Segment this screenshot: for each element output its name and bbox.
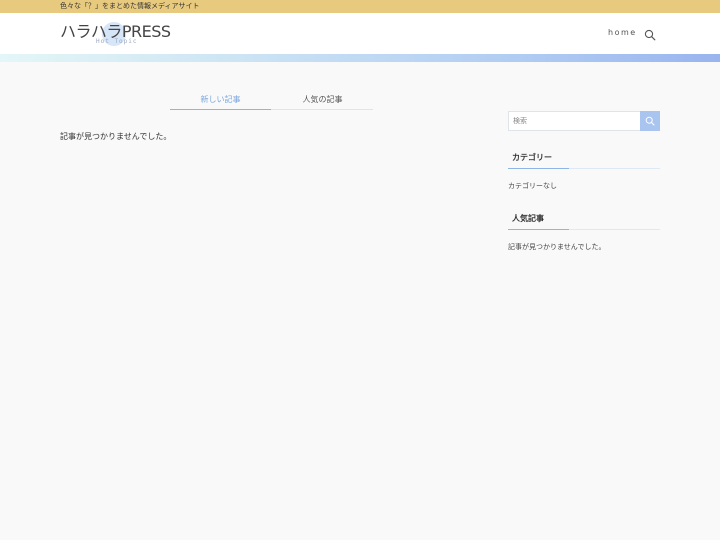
no-articles-message: 記事が見つかりませんでした。 (60, 132, 172, 141)
header-gradient-band (0, 54, 720, 62)
popular-empty-text: 記事が見つかりませんでした。 (508, 243, 606, 251)
article-tabs: 新しい記事 人気の記事 (170, 91, 373, 110)
nav-home-link[interactable]: home (608, 28, 637, 38)
category-empty-text: カテゴリーなし (508, 182, 557, 190)
site-tagline: 色々な「？」をまとめた情報メディアサイト (60, 2, 200, 10)
logo-subtitle: Hot Topic (96, 38, 138, 45)
category-widget-title: カテゴリー (508, 152, 660, 169)
search-button[interactable] (640, 111, 660, 131)
sidebar-search-form (508, 111, 660, 131)
popular-widget-title: 人気記事 (508, 213, 660, 230)
site-logo[interactable]: ハラハラPRESS Hot Topic (60, 22, 171, 48)
tab-new-articles[interactable]: 新しい記事 (170, 91, 271, 110)
search-icon[interactable] (644, 26, 656, 41)
tab-popular-articles[interactable]: 人気の記事 (272, 91, 373, 110)
site-header: ハラハラPRESS Hot Topic home (0, 13, 720, 54)
search-input[interactable] (509, 112, 641, 130)
search-button-icon (645, 116, 655, 126)
top-bar: 色々な「？」をまとめた情報メディアサイト (0, 0, 720, 13)
